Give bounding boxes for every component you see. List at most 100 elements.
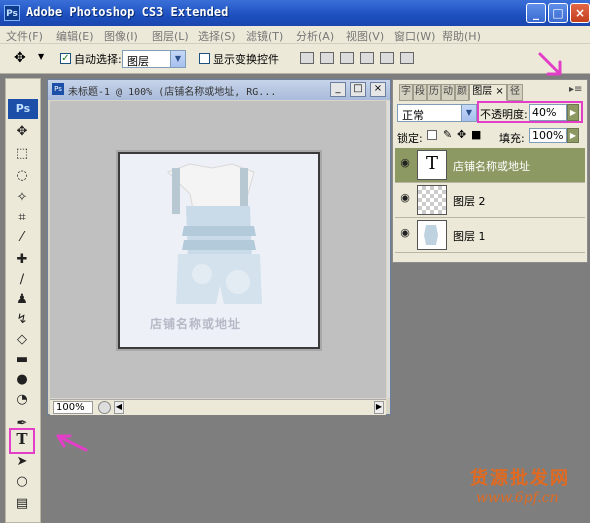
- align-right-icon[interactable]: [400, 52, 414, 64]
- menu-bar: 文件(F) 编辑(E) 图像(I) 图层(L) 选择(S) 滤镜(T) 分析(A…: [0, 26, 590, 44]
- scroll-left-icon[interactable]: ◀: [114, 401, 124, 414]
- menu-edit[interactable]: 编辑(E): [56, 28, 94, 44]
- tab-color[interactable]: 颜: [455, 84, 469, 101]
- tab-actions[interactable]: 动: [441, 84, 455, 101]
- menu-select[interactable]: 选择(S): [198, 28, 236, 44]
- layer-row[interactable]: ◉ 图层 1: [395, 218, 585, 253]
- layer-name: 图层 1: [453, 230, 486, 243]
- minimize-button[interactable]: _: [526, 3, 546, 23]
- auto-select-value: 图层: [127, 55, 149, 68]
- type-tool-icon[interactable]: T: [9, 428, 35, 454]
- tab-paragraph[interactable]: 段: [413, 84, 427, 101]
- auto-select-checkbox[interactable]: ✓: [60, 53, 71, 64]
- magic-wand-tool-icon[interactable]: ✧: [13, 189, 31, 207]
- close-tab-icon[interactable]: ×: [495, 86, 503, 97]
- gradient-tool-icon[interactable]: ▬: [13, 351, 31, 369]
- status-menu-icon[interactable]: [98, 401, 111, 414]
- layer-name: 店铺名称或地址: [453, 160, 530, 173]
- layer-name: 图层 2: [453, 195, 486, 208]
- menu-help[interactable]: 帮助(H): [442, 28, 481, 44]
- show-transform-label: 显示变换控件: [213, 53, 279, 66]
- document-status-bar: 100% ◀ ▶: [50, 399, 386, 415]
- canvas-area[interactable]: 店铺名称或地址: [50, 101, 386, 398]
- auto-select-dropdown[interactable]: 图层 ▼: [122, 50, 186, 68]
- menu-window[interactable]: 窗口(W): [394, 28, 435, 44]
- close-button[interactable]: ×: [570, 3, 590, 23]
- doc-maximize-button[interactable]: □: [350, 82, 366, 97]
- tab-character[interactable]: 字: [399, 84, 413, 101]
- app-title: Adobe Photoshop CS3 Extended: [26, 5, 229, 19]
- canvas[interactable]: 店铺名称或地址: [118, 152, 320, 349]
- stamp-tool-icon[interactable]: ♟: [13, 291, 31, 309]
- tab-layers[interactable]: 图层 ×: [469, 84, 507, 101]
- menu-filter[interactable]: 滤镜(T): [246, 28, 283, 44]
- lock-position-icon[interactable]: ✥: [457, 128, 466, 141]
- photoshop-badge-icon: Ps: [8, 99, 38, 119]
- fill-input[interactable]: 100%: [529, 128, 567, 143]
- fill-slider-button[interactable]: ▶: [567, 128, 579, 143]
- site-brand-watermark: 货源批发网: [470, 468, 570, 489]
- opacity-slider-button[interactable]: ▶: [567, 104, 579, 121]
- menu-analysis[interactable]: 分析(A): [296, 28, 334, 44]
- photoshop-logo-icon: Ps: [4, 5, 20, 21]
- menu-file[interactable]: 文件(F): [6, 28, 43, 44]
- menu-view[interactable]: 视图(V): [346, 28, 384, 44]
- show-transform-checkbox[interactable]: [199, 53, 210, 64]
- maximize-button[interactable]: □: [548, 3, 568, 23]
- opacity-input[interactable]: 40%: [529, 104, 567, 121]
- blur-tool-icon[interactable]: ●: [13, 371, 31, 389]
- eyedropper-tool-icon[interactable]: ⁄: [13, 229, 31, 247]
- image-layer-thumbnail: [417, 220, 447, 250]
- notes-tool-icon[interactable]: ▤: [13, 495, 31, 513]
- scroll-right-icon[interactable]: ▶: [374, 401, 384, 414]
- lasso-tool-icon[interactable]: ◌: [13, 167, 31, 185]
- chevron-down-icon: ▼: [461, 105, 476, 121]
- move-tool-icon[interactable]: ✥: [14, 50, 26, 66]
- chevron-down-icon: ▼: [170, 51, 185, 67]
- doc-minimize-button[interactable]: _: [330, 82, 346, 97]
- crop-tool-icon[interactable]: ⌗: [13, 209, 31, 227]
- align-top-icon[interactable]: [300, 52, 314, 64]
- options-bar: ✥ ▼ ✓ 自动选择: 图层 ▼ 显示变换控件: [0, 44, 590, 74]
- document-window: Ps 未标题-1 @ 100% (店铺名称或地址, RG... _ □ × 店铺…: [47, 79, 391, 415]
- healing-tool-icon[interactable]: ✚: [13, 251, 31, 269]
- blend-mode-dropdown[interactable]: 正常 ▼: [397, 104, 477, 122]
- move-tool-icon[interactable]: ✥: [13, 123, 31, 141]
- shape-tool-icon[interactable]: ○: [13, 473, 31, 491]
- visibility-eye-icon[interactable]: ◉: [397, 226, 413, 242]
- text-layer-thumbnail: T: [417, 150, 447, 180]
- tool-preset-arrow-icon[interactable]: ▼: [38, 52, 44, 61]
- watermark-text: 店铺名称或地址: [150, 317, 242, 331]
- lock-all-icon[interactable]: ■: [471, 128, 481, 141]
- align-left-icon[interactable]: [360, 52, 374, 64]
- align-hcenter-icon[interactable]: [380, 52, 394, 64]
- transparent-layer-thumbnail: [417, 185, 447, 215]
- visibility-eye-icon[interactable]: ◉: [397, 156, 413, 172]
- lock-pixels-icon[interactable]: ✎: [443, 128, 452, 141]
- doc-close-button[interactable]: ×: [370, 82, 386, 97]
- layer-row[interactable]: ◉ 图层 2: [395, 183, 585, 218]
- visibility-eye-icon[interactable]: ◉: [397, 191, 413, 207]
- vertical-scrollbar[interactable]: [387, 101, 390, 398]
- overalls-thumbnail-icon: [424, 225, 438, 245]
- panel-menu-icon[interactable]: ▸≡: [569, 84, 582, 95]
- fill-label: 填充:: [499, 132, 525, 145]
- brush-tool-icon[interactable]: ∕: [13, 271, 31, 289]
- marquee-tool-icon[interactable]: ⬚: [13, 145, 31, 163]
- menu-layer[interactable]: 图层(L): [152, 28, 189, 44]
- eraser-tool-icon[interactable]: ◇: [13, 331, 31, 349]
- tab-paths[interactable]: 径: [507, 84, 523, 101]
- lock-transparent-icon[interactable]: [427, 130, 437, 140]
- toolbox: Ps ✥ ⬚ ◌ ✧ ⌗ ⁄ ✚ ∕ ♟ ↯ ◇ ▬ ● ◔ ✒ T ➤ ○ ▤: [5, 78, 41, 523]
- path-selection-tool-icon[interactable]: ➤: [13, 453, 31, 471]
- layer-row[interactable]: ◉ T 店铺名称或地址: [395, 148, 585, 183]
- align-vcenter-icon[interactable]: [320, 52, 334, 64]
- document-title-bar[interactable]: Ps 未标题-1 @ 100% (店铺名称或地址, RG... _ □ ×: [48, 80, 390, 100]
- zoom-field[interactable]: 100%: [53, 401, 93, 414]
- menu-image[interactable]: 图像(I): [104, 28, 138, 44]
- history-brush-tool-icon[interactable]: ↯: [13, 311, 31, 329]
- tab-history[interactable]: 历: [427, 84, 441, 101]
- align-bottom-icon[interactable]: [340, 52, 354, 64]
- site-url-watermark: www.6pf.cn: [476, 490, 559, 506]
- dodge-tool-icon[interactable]: ◔: [13, 391, 31, 409]
